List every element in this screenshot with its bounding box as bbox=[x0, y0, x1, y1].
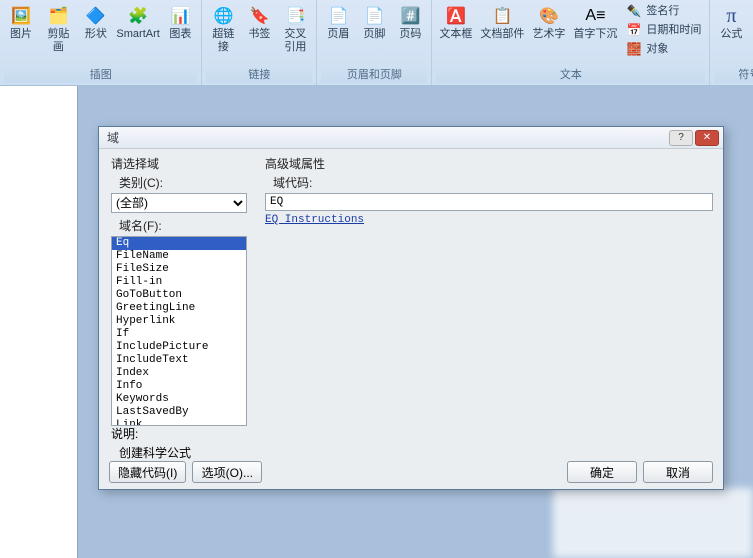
chart-icon: 📊 bbox=[168, 4, 192, 28]
help-button[interactable]: ? bbox=[669, 130, 693, 146]
fieldcode-input[interactable] bbox=[265, 193, 713, 211]
ribbon-group-label: 页眉和页脚 bbox=[321, 65, 427, 83]
ribbon-group-label: 链接 bbox=[206, 65, 312, 83]
btn-chart[interactable]: 📊图表 bbox=[163, 2, 197, 56]
ribbon-group-symbols: π公式 Ω符号 符号 bbox=[710, 0, 753, 85]
list-item[interactable]: GoToButton bbox=[112, 289, 246, 302]
category-label: 类别(C): bbox=[111, 174, 251, 191]
btn-bookmark[interactable]: 🔖书签 bbox=[242, 2, 276, 56]
dialog-titlebar[interactable]: 域 ? ✕ bbox=[99, 127, 723, 149]
btn-clipart[interactable]: 🗂️剪贴画 bbox=[40, 2, 77, 56]
btn-header[interactable]: 📄页眉 bbox=[321, 2, 355, 43]
pi-icon: π bbox=[719, 4, 743, 28]
btn-signature[interactable]: ✒️签名行 bbox=[622, 2, 705, 20]
list-item[interactable]: Keywords bbox=[112, 393, 246, 406]
btn-shapes[interactable]: 🔷形状 bbox=[79, 2, 113, 56]
list-item[interactable]: FileName bbox=[112, 250, 246, 263]
list-item[interactable]: Index bbox=[112, 367, 246, 380]
ribbon-group-text: 🅰️文本框 📋文档部件 🎨艺术字 A≡首字下沉 ✒️签名行 📅日期和时间 🧱对象… bbox=[432, 0, 710, 85]
list-item[interactable]: Fill-in bbox=[112, 276, 246, 289]
smartart-icon: 🧩 bbox=[126, 4, 150, 28]
btn-dropcap[interactable]: A≡首字下沉 bbox=[570, 2, 620, 58]
dialog-right-column: 高级域属性 域代码: EQ Instructions bbox=[259, 149, 723, 453]
list-item[interactable]: Info bbox=[112, 380, 246, 393]
hide-codes-button[interactable]: 隐藏代码(I) bbox=[109, 461, 186, 483]
fieldnames-label: 域名(F): bbox=[111, 217, 251, 234]
btn-wordart[interactable]: 🎨艺术字 bbox=[529, 2, 568, 58]
fieldnames-listbox[interactable]: EqFileNameFileSizeFill-inGoToButtonGreet… bbox=[111, 236, 247, 426]
btn-picture[interactable]: 🖼️图片 bbox=[4, 2, 38, 56]
ok-button[interactable]: 确定 bbox=[567, 461, 637, 483]
list-item[interactable]: GreetingLine bbox=[112, 302, 246, 315]
dialog-footer: 隐藏代码(I) 选项(O)... 确定 取消 bbox=[99, 455, 723, 489]
object-icon: 🧱 bbox=[626, 41, 642, 57]
dropcap-icon: A≡ bbox=[583, 4, 607, 28]
instructions-link[interactable]: EQ Instructions bbox=[265, 214, 364, 226]
ribbon-group-label: 文本 bbox=[436, 65, 705, 83]
btn-crossref[interactable]: 📑交叉 引用 bbox=[278, 2, 312, 56]
header-icon: 📄 bbox=[326, 4, 350, 28]
description-title: 说明: bbox=[111, 425, 191, 442]
close-button[interactable]: ✕ bbox=[695, 130, 719, 146]
btn-footer[interactable]: 📄页脚 bbox=[357, 2, 391, 43]
textbox-icon: 🅰️ bbox=[444, 4, 468, 28]
hyperlink-icon: 🌐 bbox=[211, 4, 235, 28]
ribbon-group-headerfooter: 📄页眉 📄页脚 #️⃣页码 页眉和页脚 bbox=[317, 0, 432, 85]
dialog-left-column: 请选择域 类别(C): (全部) 域名(F): EqFileNameFileSi… bbox=[99, 149, 259, 453]
btn-smartart[interactable]: 🧩SmartArt bbox=[115, 2, 162, 56]
btn-textbox[interactable]: 🅰️文本框 bbox=[436, 2, 475, 58]
category-combo[interactable]: (全部) bbox=[111, 193, 247, 213]
choose-field-label: 请选择域 bbox=[111, 155, 251, 172]
fieldcode-label: 域代码: bbox=[265, 174, 713, 191]
ribbon-group-label: 插图 bbox=[4, 65, 197, 83]
ribbon: 🖼️图片 🗂️剪贴画 🔷形状 🧩SmartArt 📊图表 插图 🌐超链接 🔖书签… bbox=[0, 0, 753, 86]
btn-object[interactable]: 🧱对象 bbox=[622, 40, 705, 58]
ribbon-group-label: 符号 bbox=[714, 65, 753, 83]
crossref-icon: 📑 bbox=[283, 4, 307, 28]
list-item[interactable]: FileSize bbox=[112, 263, 246, 276]
picture-icon: 🖼️ bbox=[9, 4, 33, 28]
list-item[interactable]: If bbox=[112, 328, 246, 341]
list-item[interactable]: LastSavedBy bbox=[112, 406, 246, 419]
list-item[interactable]: IncludeText bbox=[112, 354, 246, 367]
btn-equation[interactable]: π公式 bbox=[714, 2, 748, 43]
options-button[interactable]: 选项(O)... bbox=[192, 461, 262, 483]
blurred-region bbox=[553, 488, 753, 558]
signature-icon: ✒️ bbox=[626, 3, 642, 19]
btn-datetime[interactable]: 📅日期和时间 bbox=[622, 21, 705, 39]
document-page[interactable] bbox=[0, 86, 78, 558]
dialog-title: 域 bbox=[107, 129, 119, 146]
shapes-icon: 🔷 bbox=[84, 4, 108, 28]
bookmark-icon: 🔖 bbox=[247, 4, 271, 28]
ribbon-group-illustrations: 🖼️图片 🗂️剪贴画 🔷形状 🧩SmartArt 📊图表 插图 bbox=[0, 0, 202, 85]
btn-quickparts[interactable]: 📋文档部件 bbox=[477, 2, 527, 58]
list-item[interactable]: IncludePicture bbox=[112, 341, 246, 354]
pagenum-icon: #️⃣ bbox=[398, 4, 422, 28]
help-icon: ? bbox=[678, 132, 684, 143]
btn-pagenum[interactable]: #️⃣页码 bbox=[393, 2, 427, 43]
field-dialog: 域 ? ✕ 请选择域 类别(C): (全部) 域名(F): EqFileName… bbox=[98, 126, 724, 490]
ribbon-group-links: 🌐超链接 🔖书签 📑交叉 引用 链接 bbox=[202, 0, 317, 85]
clipart-icon: 🗂️ bbox=[46, 4, 70, 28]
close-icon: ✕ bbox=[703, 132, 711, 143]
cancel-button[interactable]: 取消 bbox=[643, 461, 713, 483]
quickparts-icon: 📋 bbox=[490, 4, 514, 28]
adv-props-label: 高级域属性 bbox=[265, 155, 713, 172]
btn-hyperlink[interactable]: 🌐超链接 bbox=[206, 2, 240, 56]
wordart-icon: 🎨 bbox=[537, 4, 561, 28]
list-item[interactable]: Hyperlink bbox=[112, 315, 246, 328]
list-item[interactable]: Eq bbox=[112, 237, 246, 250]
footer-icon: 📄 bbox=[362, 4, 386, 28]
datetime-icon: 📅 bbox=[626, 22, 642, 38]
